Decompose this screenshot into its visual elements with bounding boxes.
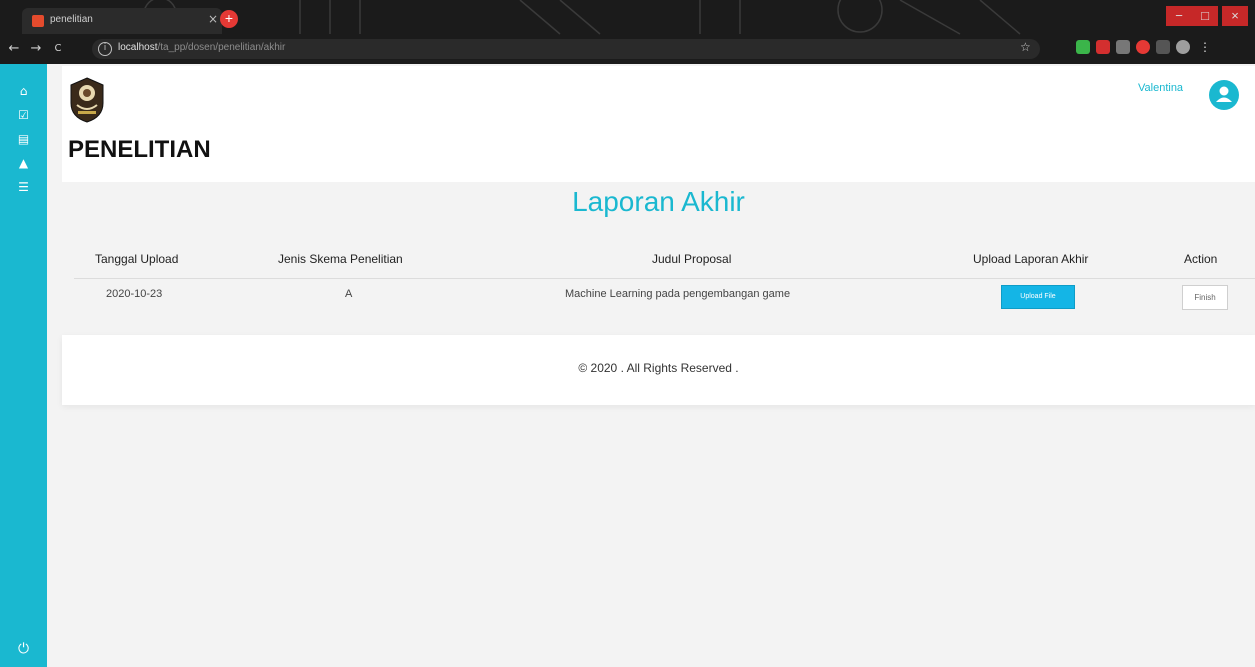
list-icon: ☰ — [18, 180, 29, 194]
header-divider — [74, 278, 1255, 279]
column-header-upload: Upload Laporan Akhir — [973, 252, 1089, 266]
column-header-tanggal: Tanggal Upload — [95, 252, 179, 266]
address-bar[interactable]: i localhost/ta_pp/dosen/penelitian/akhir… — [92, 39, 1040, 59]
close-window-button[interactable]: × — [1222, 6, 1248, 26]
document-icon: ▤ — [17, 132, 30, 146]
user-icon — [1216, 86, 1232, 102]
tab-title: penelitian — [50, 14, 93, 25]
extension-record-icon[interactable] — [1136, 40, 1150, 54]
extension-square-icon[interactable] — [1096, 40, 1110, 54]
sidebar: ⌂ ☑ ▤ ▲ ☰ ⏻ — [0, 64, 47, 667]
profile-avatar-icon[interactable] — [1176, 40, 1190, 54]
back-button[interactable]: ← — [4, 39, 24, 59]
section-title: Laporan Akhir — [572, 186, 745, 217]
power-icon: ⏻ — [17, 641, 30, 657]
extension-download-icon[interactable] — [1116, 40, 1130, 54]
extension-shield-icon[interactable] — [1076, 40, 1090, 54]
cell-tanggal: 2020-10-23 — [106, 288, 163, 300]
checkbox-icon: ☑ — [18, 108, 29, 122]
user-avatar[interactable] — [1209, 80, 1239, 110]
column-header-judul: Judul Proposal — [652, 252, 732, 266]
main-content: Laporan Akhir Tanggal Upload Jenis Skema… — [62, 182, 1255, 330]
finish-button[interactable]: Finish — [1182, 285, 1228, 310]
sidebar-item-document[interactable]: ▤ — [0, 128, 47, 150]
university-logo — [70, 77, 104, 123]
tab-close-icon[interactable]: × — [208, 12, 218, 26]
page-title: PENELITIAN — [68, 136, 211, 163]
sidebar-item-check[interactable]: ☑ — [0, 104, 47, 126]
sidebar-item-warning[interactable]: ▲ — [0, 152, 47, 174]
logout-button[interactable]: ⏻ — [0, 638, 47, 660]
forward-button[interactable]: → — [26, 39, 46, 59]
page-footer: © 2020 . All Rights Reserved . — [62, 335, 1255, 405]
page-header: PENELITIAN Valentina — [62, 66, 1255, 182]
url-text: localhost/ta_pp/dosen/penelitian/akhir — [118, 42, 286, 53]
reload-button[interactable]: C — [48, 39, 68, 59]
warning-icon: ▲ — [18, 156, 29, 170]
copyright-text: © 2020 . All Rights Reserved . — [578, 361, 739, 375]
upload-file-button[interactable]: Upload File — [1001, 285, 1075, 309]
sidebar-item-home[interactable]: ⌂ — [0, 80, 47, 102]
tab-penelitian[interactable]: penelitian × — [22, 8, 222, 34]
column-header-jenis: Jenis Skema Penelitian — [278, 252, 403, 266]
column-header-action: Action — [1184, 252, 1218, 266]
sidebar-item-list[interactable]: ☰ — [0, 176, 47, 198]
browser-toolbar: ← → C i localhost/ta_pp/dosen/penelitian… — [0, 36, 1255, 62]
home-icon: ⌂ — [19, 84, 28, 98]
browser-chrome: penelitian × + − □ × ← → C i localhost/t… — [0, 0, 1255, 64]
info-icon[interactable]: i — [98, 42, 112, 56]
user-name[interactable]: Valentina — [1138, 82, 1183, 94]
new-tab-button[interactable]: + — [220, 10, 238, 28]
bookmark-star-icon[interactable]: ☆ — [1020, 40, 1031, 54]
extension-puzzle-icon[interactable] — [1156, 40, 1170, 54]
menu-kebab-icon[interactable]: ⋮ — [1198, 40, 1212, 54]
cell-judul: Machine Learning pada pengembangan game — [565, 288, 791, 300]
maximize-button[interactable]: □ — [1192, 6, 1218, 26]
favicon-icon — [32, 15, 44, 27]
cell-jenis: A — [345, 288, 353, 300]
minimize-button[interactable]: − — [1166, 6, 1192, 26]
tab-bar: penelitian × + − □ × — [0, 0, 1255, 36]
